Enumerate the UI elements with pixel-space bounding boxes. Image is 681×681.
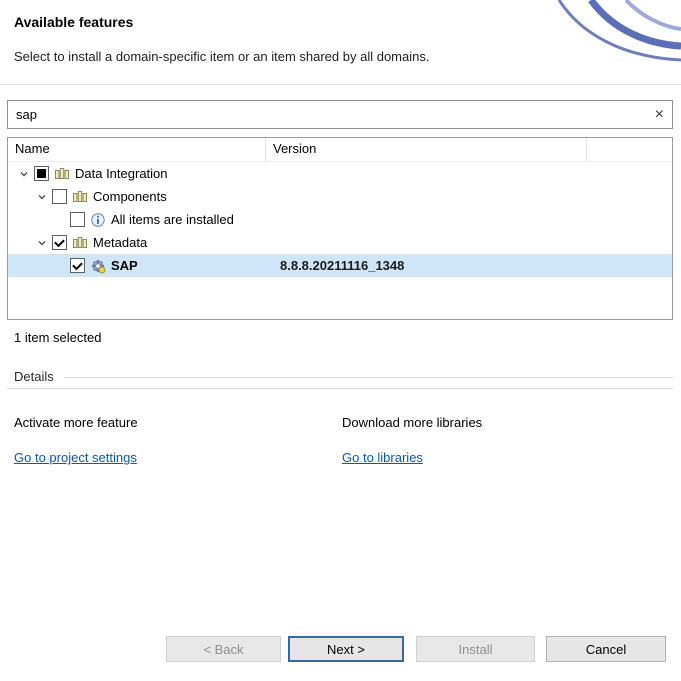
back-button[interactable]: < Back [166, 636, 281, 662]
checkbox-data-integration[interactable] [34, 166, 49, 181]
category-grid-icon [72, 189, 88, 205]
banner-graphic [441, 0, 681, 72]
tree-indent-spacer [52, 212, 68, 228]
clear-search-icon[interactable]: × [649, 107, 664, 123]
chevron-down-icon[interactable] [34, 235, 50, 251]
tree-row-label: Components [93, 189, 167, 204]
project-settings-link[interactable]: Go to project settings [14, 450, 137, 465]
tree-row-metadata[interactable]: Metadata [8, 231, 672, 254]
selection-status-text: 1 item selected [14, 330, 101, 345]
checkbox-components[interactable] [52, 189, 67, 204]
details-group-label: Details [14, 369, 54, 384]
tree-row-label: Metadata [93, 235, 147, 250]
tree-row-label: Data Integration [75, 166, 168, 181]
details-separator-line [7, 388, 673, 389]
table-header: Name Version [8, 138, 672, 162]
install-button[interactable]: Install [416, 636, 535, 662]
activate-feature-heading: Activate more feature [14, 415, 138, 430]
tree-row-data-integration[interactable]: Data Integration [8, 162, 672, 185]
tree-row-label: All items are installed [111, 212, 234, 227]
column-header-version[interactable]: Version [266, 138, 587, 161]
feature-gear-icon [90, 258, 106, 274]
checkbox-all-items[interactable] [70, 212, 85, 227]
checkbox-metadata[interactable] [52, 235, 67, 250]
column-header-name[interactable]: Name [8, 138, 266, 161]
cancel-button[interactable]: Cancel [546, 636, 666, 662]
page-subtitle: Select to install a domain-specific item… [14, 49, 429, 64]
tree-row-version: 8.8.8.20211116_1348 [273, 258, 404, 273]
details-separator-line [64, 377, 673, 378]
info-icon [90, 212, 106, 228]
next-button[interactable]: Next > [288, 636, 404, 662]
tree-row-sap[interactable]: SAP 8.8.8.20211116_1348 [8, 254, 672, 277]
header-divider [0, 84, 681, 85]
chevron-down-icon[interactable] [34, 189, 50, 205]
libraries-link[interactable]: Go to libraries [342, 450, 423, 465]
search-input[interactable] [16, 107, 649, 122]
tree-indent-spacer [52, 258, 68, 274]
download-libraries-heading: Download more libraries [342, 415, 482, 430]
search-field[interactable]: × [7, 100, 673, 129]
category-grid-icon [54, 166, 70, 182]
features-tree-table: Name Version Data Integration Components… [7, 137, 673, 320]
tree-row-components[interactable]: Components [8, 185, 672, 208]
category-grid-icon [72, 235, 88, 251]
checkbox-sap[interactable] [70, 258, 85, 273]
page-title: Available features [14, 14, 133, 30]
tree-row-all-items-installed[interactable]: All items are installed [8, 208, 672, 231]
chevron-down-icon[interactable] [16, 166, 32, 182]
tree-row-label: SAP [111, 258, 138, 273]
